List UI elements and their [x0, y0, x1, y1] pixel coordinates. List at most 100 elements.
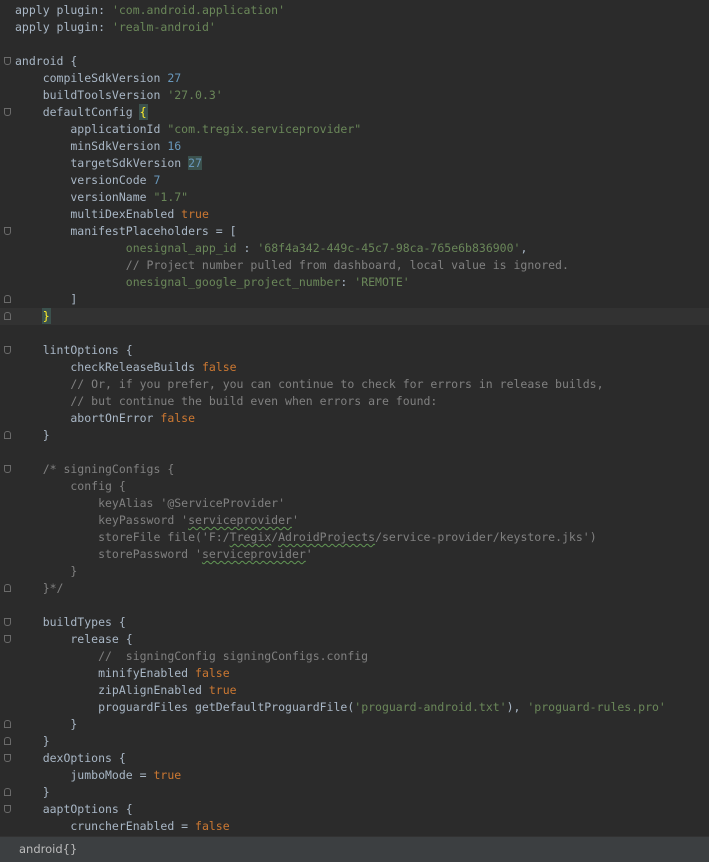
- code-token: ),: [506, 700, 528, 714]
- highlighted-number: 27: [188, 156, 202, 170]
- code-line[interactable]: keyPassword 'serviceprovider': [0, 512, 709, 529]
- fold-open-icon[interactable]: [4, 618, 11, 626]
- misspelled-word: serviceprovider: [188, 513, 292, 527]
- code-line[interactable]: config {: [0, 478, 709, 495]
- comment: config {: [15, 479, 126, 493]
- breadcrumb[interactable]: android{}: [19, 842, 77, 856]
- code-line[interactable]: [0, 36, 709, 53]
- fold-open-icon[interactable]: [4, 754, 11, 762]
- fold-close-icon[interactable]: [4, 295, 11, 303]
- code-token: }: [15, 785, 50, 799]
- code-line[interactable]: versionCode 7: [0, 172, 709, 189]
- code-line[interactable]: }: [0, 784, 709, 801]
- code-line[interactable]: }*/: [0, 580, 709, 597]
- code-line[interactable]: buildTypes {: [0, 614, 709, 631]
- keyword: false: [160, 411, 196, 425]
- code-area[interactable]: apply plugin: 'com.android.application' a…: [0, 2, 709, 835]
- code-token: checkReleaseBuilds: [15, 360, 202, 374]
- fold-open-icon[interactable]: [4, 227, 11, 235]
- string-literal: 'realm-android': [111, 20, 216, 34]
- code-line[interactable]: apply plugin: 'com.android.application': [0, 2, 709, 19]
- code-line[interactable]: }: [0, 733, 709, 750]
- code-line[interactable]: aaptOptions {: [0, 801, 709, 818]
- code-line[interactable]: minifyEnabled false: [0, 665, 709, 682]
- code-token: }: [15, 428, 50, 442]
- code-line[interactable]: dexOptions {: [0, 750, 709, 767]
- string-literal: '68f4a342-449c-45c7-98ca-765e6b836900': [257, 241, 521, 255]
- code-line[interactable]: release {: [0, 631, 709, 648]
- code-line[interactable]: jumboMode = true: [0, 767, 709, 784]
- code-line[interactable]: // but continue the build even when erro…: [0, 393, 709, 410]
- code-line[interactable]: lintOptions {: [0, 342, 709, 359]
- code-line[interactable]: ]: [0, 291, 709, 308]
- code-line[interactable]: }: [0, 427, 709, 444]
- code-line[interactable]: minSdkVersion 16: [0, 138, 709, 155]
- fold-open-icon[interactable]: [4, 57, 11, 65]
- code-line[interactable]: android {: [0, 53, 709, 70]
- code-token: minifyEnabled: [15, 666, 196, 680]
- comment: storeFile file('F:/: [15, 530, 230, 544]
- matched-brace: }: [41, 308, 51, 324]
- code-line[interactable]: keyAlias '@ServiceProvider': [0, 495, 709, 512]
- matched-brace: {: [138, 104, 148, 120]
- code-line[interactable]: defaultConfig {: [0, 104, 709, 121]
- fold-open-icon[interactable]: [4, 805, 11, 813]
- comment: }: [15, 564, 78, 578]
- code-line[interactable]: // Project number pulled from dashboard,…: [0, 257, 709, 274]
- code-line[interactable]: [0, 325, 709, 342]
- code-line[interactable]: zipAlignEnabled true: [0, 682, 709, 699]
- code-line[interactable]: }: [0, 716, 709, 733]
- code-token: dexOptions {: [15, 751, 126, 765]
- comment: // but continue the build even when erro…: [15, 394, 438, 408]
- fold-close-icon[interactable]: [4, 431, 11, 439]
- fold-close-icon[interactable]: [4, 312, 11, 320]
- fold-open-icon[interactable]: [4, 465, 11, 473]
- fold-close-icon[interactable]: [4, 584, 11, 592]
- code-line[interactable]: multiDexEnabled true: [0, 206, 709, 223]
- code-token: applicationId: [15, 122, 168, 136]
- code-line[interactable]: buildToolsVersion '27.0.3': [0, 87, 709, 104]
- code-line[interactable]: [0, 597, 709, 614]
- code-line[interactable]: storeFile file('F:/Tregix/AdroidProjects…: [0, 529, 709, 546]
- fold-close-icon[interactable]: [4, 737, 11, 745]
- fold-close-icon[interactable]: [4, 720, 11, 728]
- comment: // Or, if you prefer, you can continue t…: [15, 377, 604, 391]
- code-token: manifestPlaceholders = [: [15, 224, 237, 238]
- code-line-current[interactable]: }: [0, 308, 709, 325]
- code-line[interactable]: manifestPlaceholders = [: [0, 223, 709, 240]
- misspelled-word: Tregix: [229, 530, 272, 544]
- code-line[interactable]: }: [0, 563, 709, 580]
- code-line[interactable]: // Or, if you prefer, you can continue t…: [0, 376, 709, 393]
- code-line[interactable]: [0, 444, 709, 461]
- fold-open-icon[interactable]: [4, 346, 11, 354]
- code-line[interactable]: /* signingConfigs {: [0, 461, 709, 478]
- breadcrumb-bar: android{}: [0, 836, 709, 862]
- code-token: apply plugin:: [15, 20, 112, 34]
- code-line[interactable]: checkReleaseBuilds false: [0, 359, 709, 376]
- code-line[interactable]: targetSdkVersion 27: [0, 155, 709, 172]
- code-token: release {: [15, 632, 133, 646]
- code-token: }: [15, 734, 50, 748]
- fold-close-icon[interactable]: [4, 788, 11, 796]
- code-line[interactable]: // signingConfig signingConfigs.config: [0, 648, 709, 665]
- code-line[interactable]: proguardFiles getDefaultProguardFile('pr…: [0, 699, 709, 716]
- fold-open-icon[interactable]: [4, 108, 11, 116]
- code-line[interactable]: onesignal_app_id : '68f4a342-449c-45c7-9…: [0, 240, 709, 257]
- code-token: apply plugin:: [15, 3, 112, 17]
- comment: keyAlias '@ServiceProvider': [15, 496, 286, 510]
- code-editor[interactable]: apply plugin: 'com.android.application' a…: [0, 0, 709, 836]
- code-line[interactable]: versionName "1.7": [0, 189, 709, 206]
- comment: // Project number pulled from dashboard,…: [15, 258, 569, 272]
- code-line[interactable]: abortOnError false: [0, 410, 709, 427]
- code-line[interactable]: storePassword 'serviceprovider': [0, 546, 709, 563]
- code-token: lintOptions {: [15, 343, 133, 357]
- code-token: jumboMode =: [15, 768, 154, 782]
- code-line[interactable]: onesignal_google_project_number: 'REMOTE…: [0, 274, 709, 291]
- code-line[interactable]: compileSdkVersion 27: [0, 70, 709, 87]
- code-line[interactable]: applicationId "com.tregix.serviceprovide…: [0, 121, 709, 138]
- code-line[interactable]: cruncherEnabled = false: [0, 818, 709, 835]
- code-token: versionCode: [15, 173, 154, 187]
- fold-open-icon[interactable]: [4, 635, 11, 643]
- code-line[interactable]: apply plugin: 'realm-android': [0, 19, 709, 36]
